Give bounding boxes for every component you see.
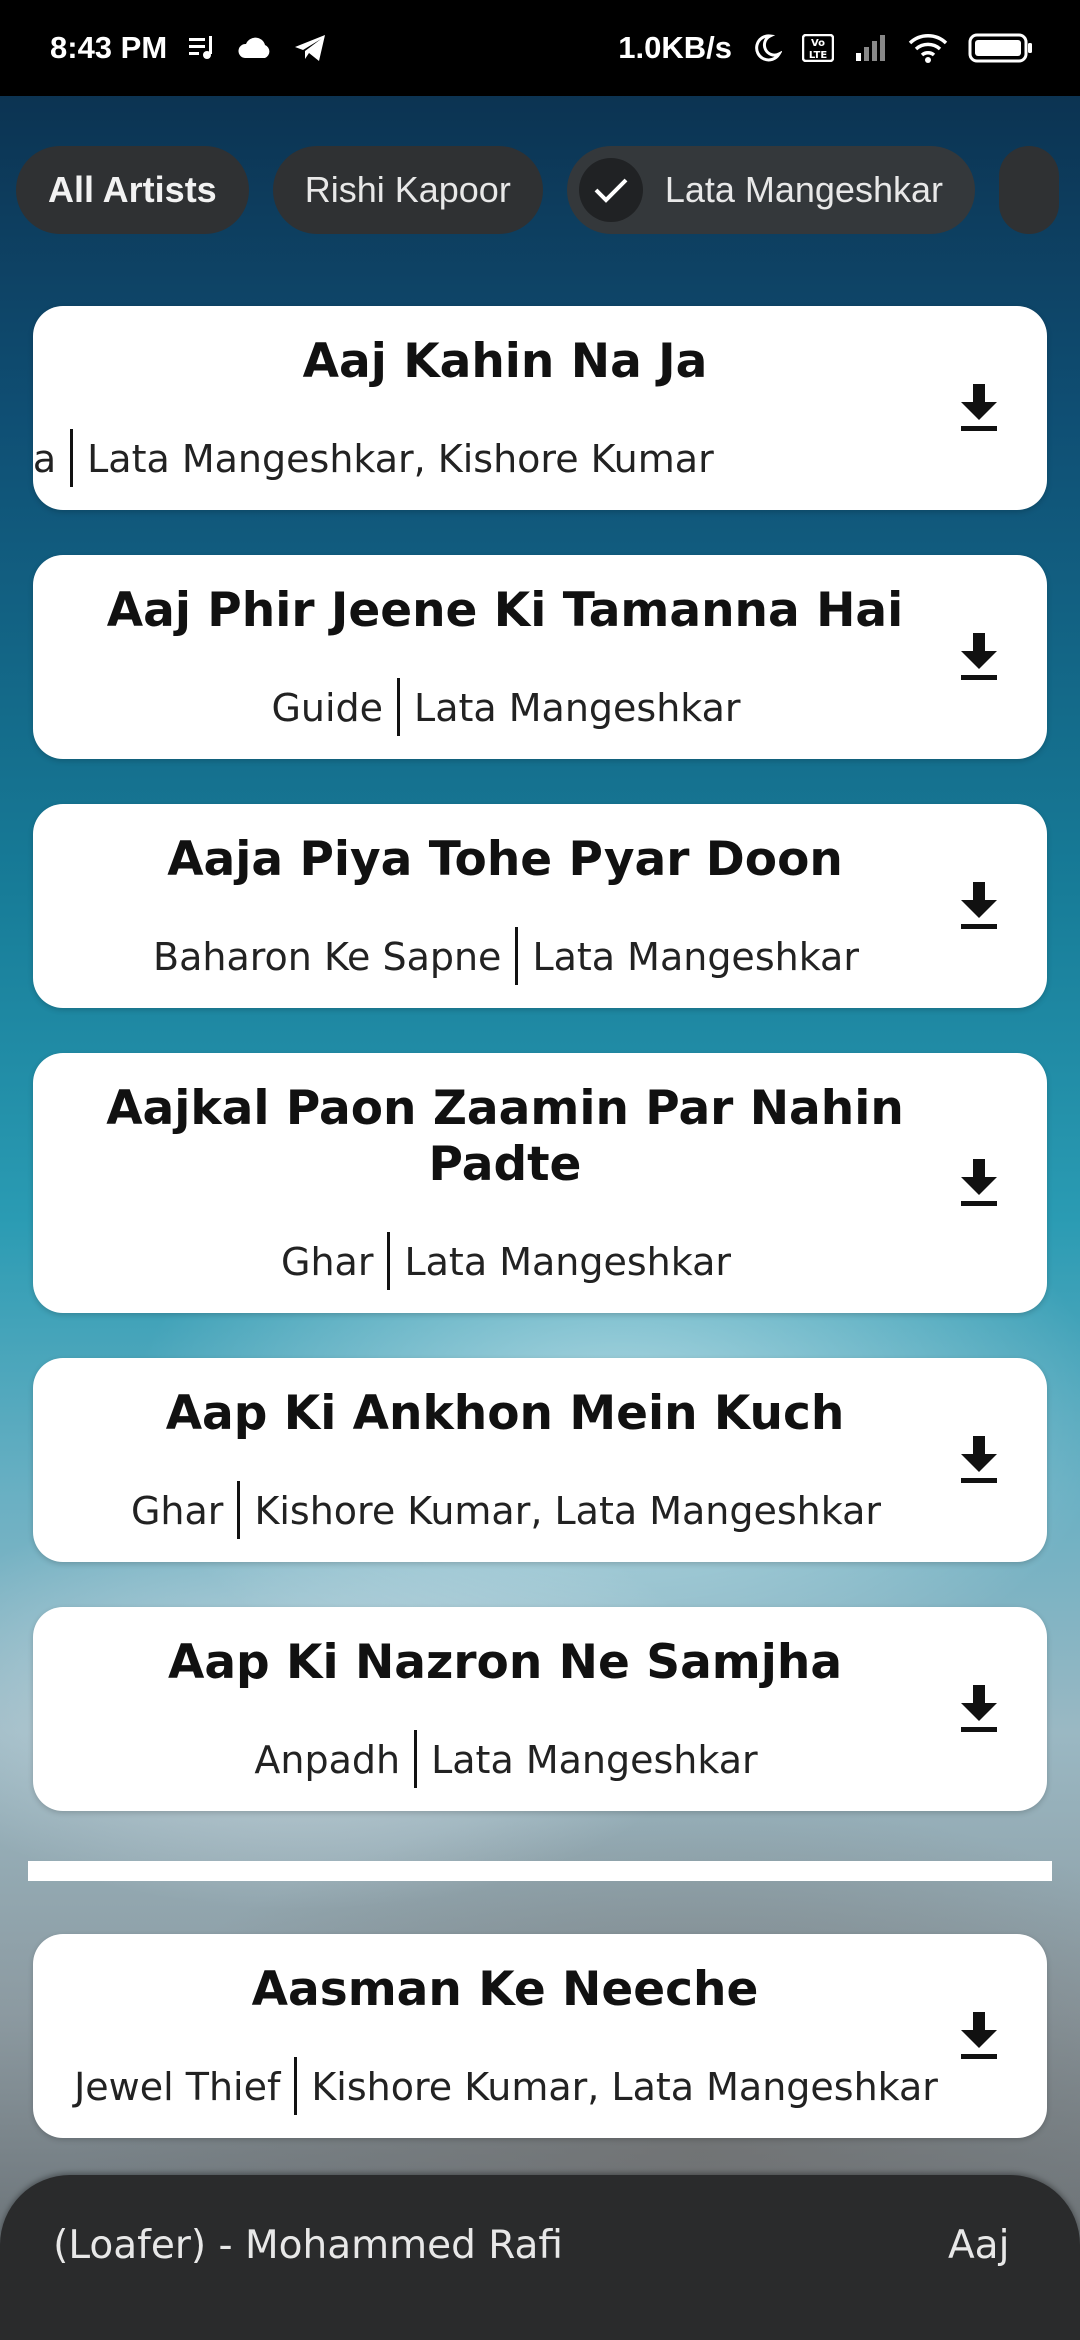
chip-next-partial[interactable] [999, 146, 1059, 234]
song-title: Aaj Phir Jeene Ki Tamanna Hai [106, 583, 904, 638]
list-divider [28, 1861, 1052, 1881]
chip-rishi-kapoor[interactable]: Rishi Kapoor [272, 146, 543, 234]
song-card[interactable]: Aasman Ke Neeche Jewel Thief Kishore Kuma… [33, 1934, 1047, 2138]
song-meta: Baharon Ke Sapne Lata Mangeshkar [33, 926, 979, 989]
now-playing-title: ai (Loafer) - Mohammed Rafi [40, 2223, 563, 2268]
song-movie: Jewel Thief [74, 2064, 281, 2109]
download-icon[interactable] [955, 1683, 1003, 1735]
download-icon[interactable] [955, 1157, 1003, 1209]
chip-label: Rishi Kapoor [304, 169, 511, 210]
song-card[interactable]: Aajkal Paon Zaamin Par Nahin Padte Ghar L… [33, 1053, 1047, 1313]
song-meta: Jewel Thief Kishore Kumar, Lata Mangeshka… [33, 2056, 979, 2119]
moon-icon [752, 33, 782, 63]
wifi-icon [908, 32, 948, 64]
telegram-icon [293, 33, 327, 63]
song-card[interactable]: Aaja Piya Tohe Pyar Doon Baharon Ke Sapn… [33, 804, 1047, 1008]
volte-icon: Vo LTE [802, 34, 834, 62]
song-meta: Anpadh Lata Mangeshkar [33, 1729, 979, 1792]
meta-separator [237, 1481, 241, 1539]
song-card[interactable]: Aap Ki Ankhon Mein Kuch Ghar Kishore Kuma… [33, 1358, 1047, 1562]
chip-lata-mangeshkar[interactable]: Lata Mangeshkar [566, 146, 975, 234]
song-meta: Guide Lata Mangeshkar [33, 677, 979, 740]
now-playing-bar[interactable]: ai (Loafer) - Mohammed Rafi Aaj [0, 2175, 1080, 2340]
meta-separator [387, 1232, 391, 1290]
song-artists: Lata Mangeshkar, Kishore Kumar [87, 436, 714, 481]
artist-filter-chips: All Artists Rishi Kapoor Lata Mangeshkar [0, 146, 1080, 234]
song-card[interactable]: Aaj Kahin Na Ja ala Lata Mangeshkar, Kish… [33, 306, 1047, 510]
song-title: Aaj Kahin Na Ja [302, 334, 708, 389]
svg-text:LTE: LTE [809, 50, 828, 61]
svg-text:Vo: Vo [811, 38, 825, 49]
song-artists: Lata Mangeshkar [532, 934, 859, 979]
clock: 8:43 PM [50, 30, 168, 65]
network-speed: 1.0KB/s [618, 30, 732, 65]
meta-separator [414, 1730, 418, 1788]
song-title: Aasman Ke Neeche [251, 1962, 759, 2017]
download-icon[interactable] [955, 631, 1003, 683]
song-movie: Ghar [281, 1239, 374, 1284]
download-icon[interactable] [955, 382, 1003, 434]
signal-icon [854, 33, 888, 63]
status-bar-left: 8:43 PM [50, 30, 327, 66]
song-meta: Ghar Lata Mangeshkar [33, 1231, 979, 1294]
song-movie: Baharon Ke Sapne [153, 934, 502, 979]
song-movie: Anpadh [254, 1737, 401, 1782]
cloud-icon [237, 36, 273, 60]
song-meta: ala Lata Mangeshkar, Kishore Kumar [33, 428, 945, 491]
song-artists: Kishore Kumar, Lata Mangeshkar [311, 2064, 938, 2109]
song-artists: Lata Mangeshkar [431, 1737, 758, 1782]
now-playing-marquee: ai (Loafer) - Mohammed Rafi Aaj [0, 2175, 1080, 2340]
song-title: Aap Ki Ankhon Mein Kuch [165, 1386, 845, 1441]
meta-separator [70, 429, 74, 487]
music-notification-icon [187, 34, 217, 62]
battery-icon [968, 32, 1034, 64]
song-card[interactable]: Aap Ki Nazron Ne Samjha Anpadh Lata Mange… [33, 1607, 1047, 1811]
meta-separator [515, 927, 519, 985]
song-title: Aajkal Paon Zaamin Par Nahin Padte [106, 1081, 904, 1192]
chip-label: All Artists [48, 169, 217, 210]
chip-label: Lata Mangeshkar [664, 169, 943, 210]
song-meta: Ghar Kishore Kumar, Lata Mangeshkar [33, 1480, 979, 1543]
meta-separator [397, 678, 401, 736]
check-icon [578, 158, 643, 222]
song-title: Aap Ki Nazron Ne Samjha [167, 1635, 843, 1690]
song-movie: Ghar [130, 1488, 224, 1533]
download-icon[interactable] [955, 880, 1003, 932]
download-icon[interactable] [955, 2010, 1003, 2062]
song-artists: Kishore Kumar, Lata Mangeshkar [254, 1488, 881, 1533]
meta-separator [294, 2057, 298, 2115]
status-bar-right: 1.0KB/s Vo LTE [618, 30, 1034, 66]
song-list: Aaj Kahin Na Ja ala Lata Mangeshkar, Kish… [0, 0, 1080, 2340]
song-card[interactable]: Aaj Phir Jeene Ki Tamanna Hai Guide Lata … [33, 555, 1047, 759]
song-artists: Lata Mangeshkar [404, 1239, 731, 1284]
now-playing-next-title: Aaj [948, 2223, 1010, 2268]
now-playing-text: ai (Loafer) - Mohammed Rafi [40, 2223, 980, 2268]
song-movie: ala [33, 436, 57, 481]
song-title: Aaja Piya Tohe Pyar Doon [167, 832, 843, 887]
song-artists: Lata Mangeshkar [414, 685, 741, 730]
song-movie: Guide [271, 685, 384, 730]
chip-all-artists[interactable]: All Artists [16, 146, 249, 234]
download-icon[interactable] [955, 1434, 1003, 1486]
status-bar: 8:43 PM 1.0KB/s Vo LTE [0, 0, 1080, 96]
